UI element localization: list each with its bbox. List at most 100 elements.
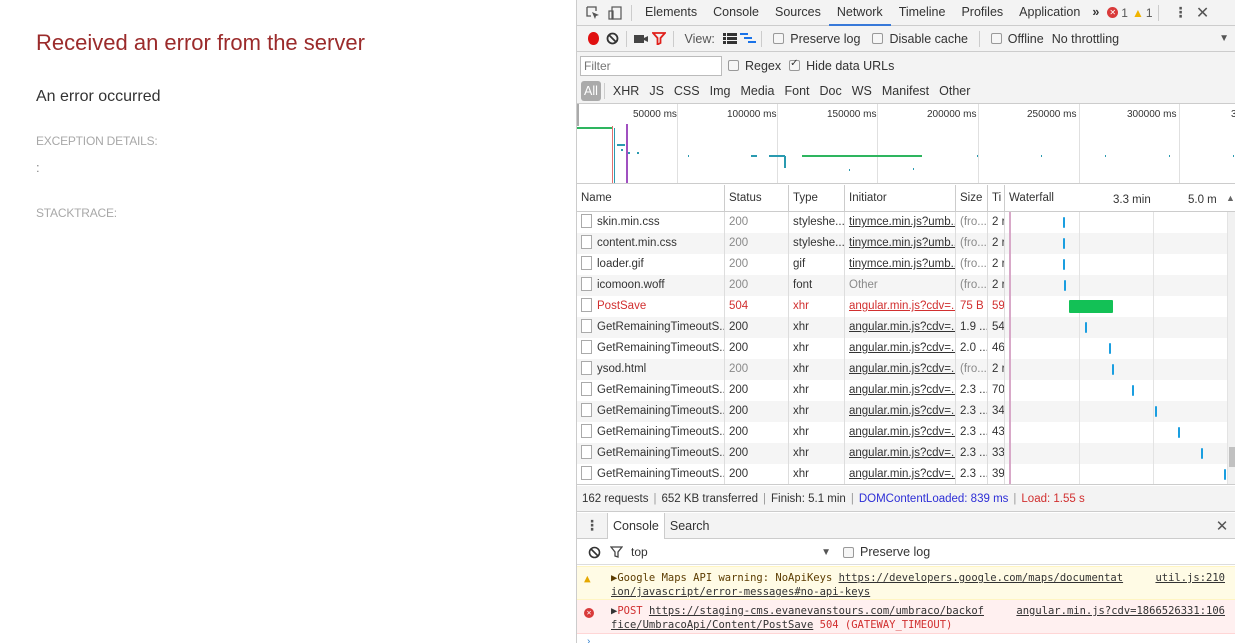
screenshot-camera-icon[interactable] <box>632 28 650 50</box>
message-source-link[interactable]: angular.min.js?cdv=1866526331:106 <box>1016 604 1225 618</box>
message-link[interactable]: https://developers.google.com/maps/docum… <box>839 572 1123 584</box>
checkbox-icon[interactable] <box>872 33 884 44</box>
scrollbar-thumb[interactable] <box>1229 447 1235 467</box>
tab-profiles[interactable]: Profiles <box>953 0 1011 26</box>
cell-initiator[interactable]: tinymce.min.js?umb... <box>845 212 956 233</box>
console-error-message[interactable]: ✕ ▶POST https://staging-cms.evanevanstou… <box>577 600 1235 634</box>
network-overview-timeline[interactable]: 50000 ms 100000 ms 150000 ms 200000 ms 2… <box>577 104 1235 184</box>
cell-initiator[interactable]: angular.min.js?cdv=... <box>845 422 956 443</box>
type-filter-xhr[interactable]: XHR <box>608 81 644 101</box>
sort-ascending-icon[interactable]: ▲ <box>1226 185 1235 212</box>
type-filter-font[interactable]: Font <box>780 81 815 101</box>
checkbox-icon[interactable] <box>990 33 1002 44</box>
checkbox-icon[interactable] <box>773 33 785 44</box>
waterfall-bar[interactable] <box>1109 343 1111 354</box>
waterfall-bar[interactable] <box>1085 322 1087 333</box>
type-filter-css[interactable]: CSS <box>669 81 705 101</box>
waterfall-bar[interactable] <box>1063 217 1065 228</box>
offline-checkbox[interactable]: Offline <box>990 32 1044 46</box>
tab-application[interactable]: Application <box>1011 0 1088 26</box>
tab-sources[interactable]: Sources <box>767 0 829 26</box>
cell-initiator[interactable]: angular.min.js?cdv=... <box>845 464 956 484</box>
device-toolbar-icon[interactable] <box>604 2 626 24</box>
column-header-waterfall[interactable]: Waterfall 3.3 min 5.0 m ▲ <box>1005 185 1235 212</box>
throttling-select[interactable]: No throttling ▼ <box>1052 32 1229 46</box>
waterfall-bar[interactable] <box>1069 300 1113 313</box>
table-scrollbar[interactable] <box>1228 212 1235 484</box>
tab-timeline[interactable]: Timeline <box>891 0 954 26</box>
type-filter-media[interactable]: Media <box>735 81 779 101</box>
kebab-menu-icon[interactable]: ⋮ <box>1170 2 1192 24</box>
waterfall-bar[interactable] <box>1155 406 1157 417</box>
message-link[interactable]: ion/javascript/error-messages#no-api-key… <box>611 586 870 598</box>
preserve-log-checkbox[interactable]: Preserve log <box>773 32 860 46</box>
type-filter-ws[interactable]: WS <box>847 81 877 101</box>
cell-initiator[interactable]: angular.min.js?cdv=... <box>845 443 956 464</box>
clear-console-icon[interactable] <box>583 541 605 563</box>
hide-data-urls-checkbox[interactable]: Hide data URLs <box>789 58 894 73</box>
checkbox-icon[interactable] <box>728 60 739 71</box>
type-filter-manifest[interactable]: Manifest <box>877 81 934 101</box>
message-link[interactable]: fice/UmbracoApi/Content/PostSave <box>611 619 813 631</box>
cell-initiator[interactable]: tinymce.min.js?umb... <box>845 254 956 275</box>
filter-funnel-icon[interactable] <box>650 28 668 50</box>
clear-icon[interactable] <box>604 28 622 50</box>
column-header-initiator[interactable]: Initiator <box>845 185 956 212</box>
type-filter-img[interactable]: Img <box>705 81 736 101</box>
waterfall-bar[interactable] <box>1201 448 1203 459</box>
checkbox-checked-icon[interactable] <box>789 58 801 71</box>
cell-initiator[interactable]: angular.min.js?cdv=... <box>845 296 956 317</box>
drawer-tab-search[interactable]: Search <box>665 513 715 539</box>
tab-elements[interactable]: Elements <box>637 0 705 26</box>
waterfall-bar[interactable] <box>1063 259 1065 270</box>
column-header-size[interactable]: Size <box>956 185 988 212</box>
inspect-element-icon[interactable] <box>582 2 604 24</box>
more-tabs-button[interactable]: » <box>1088 0 1103 26</box>
drawer-menu-icon[interactable]: ⋮ <box>577 515 607 537</box>
column-header-name[interactable]: Name <box>577 185 725 212</box>
request-count: 162 requests <box>582 492 649 505</box>
console-warning-message[interactable]: ▲ ▶Google Maps API warning: NoApiKeys ht… <box>577 566 1235 600</box>
waterfall-bar[interactable] <box>1224 469 1226 480</box>
checkbox-icon[interactable] <box>843 546 854 558</box>
tab-console[interactable]: Console <box>705 0 767 26</box>
disable-cache-checkbox[interactable]: Disable cache <box>872 32 968 46</box>
error-count-badge[interactable]: ✕ 1 <box>1107 6 1128 20</box>
error-count: 1 <box>1121 5 1128 20</box>
console-prompt-icon[interactable]: › <box>587 636 590 643</box>
tab-network[interactable]: Network <box>828 0 891 26</box>
drawer-close-icon[interactable]: ✕ <box>1211 515 1233 537</box>
drawer-tab-console[interactable]: Console <box>607 512 665 539</box>
type-filter-all[interactable]: All <box>581 81 601 101</box>
message-link[interactable]: https://staging-cms.evanevanstours.com/u… <box>649 605 984 617</box>
close-icon[interactable]: ✕ <box>1192 2 1214 24</box>
filter-input[interactable] <box>580 55 722 76</box>
column-header-type[interactable]: Type <box>789 185 845 212</box>
type-filter-doc[interactable]: Doc <box>815 81 847 101</box>
console-preserve-log-checkbox[interactable]: Preserve log <box>843 545 930 559</box>
regex-checkbox[interactable]: Regex <box>728 59 781 73</box>
column-header-time[interactable]: Ti <box>988 185 1005 212</box>
waterfall-bar[interactable] <box>1112 364 1114 375</box>
type-filter-other[interactable]: Other <box>934 81 975 101</box>
cell-initiator[interactable]: angular.min.js?cdv=... <box>845 380 956 401</box>
type-filter-js[interactable]: JS <box>644 81 669 101</box>
cell-initiator[interactable]: Other <box>845 275 956 296</box>
large-rows-icon[interactable] <box>721 28 739 50</box>
cell-initiator[interactable]: angular.min.js?cdv=... <box>845 359 956 380</box>
warning-count-badge[interactable]: ▲ 1 <box>1132 6 1153 20</box>
cell-initiator[interactable]: angular.min.js?cdv=... <box>845 338 956 359</box>
waterfall-bar[interactable] <box>1132 385 1134 396</box>
console-filter-icon[interactable] <box>605 541 627 563</box>
cell-initiator[interactable]: angular.min.js?cdv=... <box>845 401 956 422</box>
column-header-status[interactable]: Status <box>725 185 789 212</box>
waterfall-bar[interactable] <box>1178 427 1180 438</box>
cell-initiator[interactable]: tinymce.min.js?umb... <box>845 233 956 254</box>
record-icon[interactable] <box>588 32 599 45</box>
cell-initiator[interactable]: angular.min.js?cdv=... <box>845 317 956 338</box>
waterfall-bar[interactable] <box>1064 280 1066 291</box>
context-select[interactable]: top ▼ <box>631 545 831 559</box>
message-source-link[interactable]: util.js:210 <box>1155 571 1225 585</box>
waterfall-bar[interactable] <box>1063 238 1065 249</box>
waterfall-view-icon[interactable] <box>739 28 757 50</box>
